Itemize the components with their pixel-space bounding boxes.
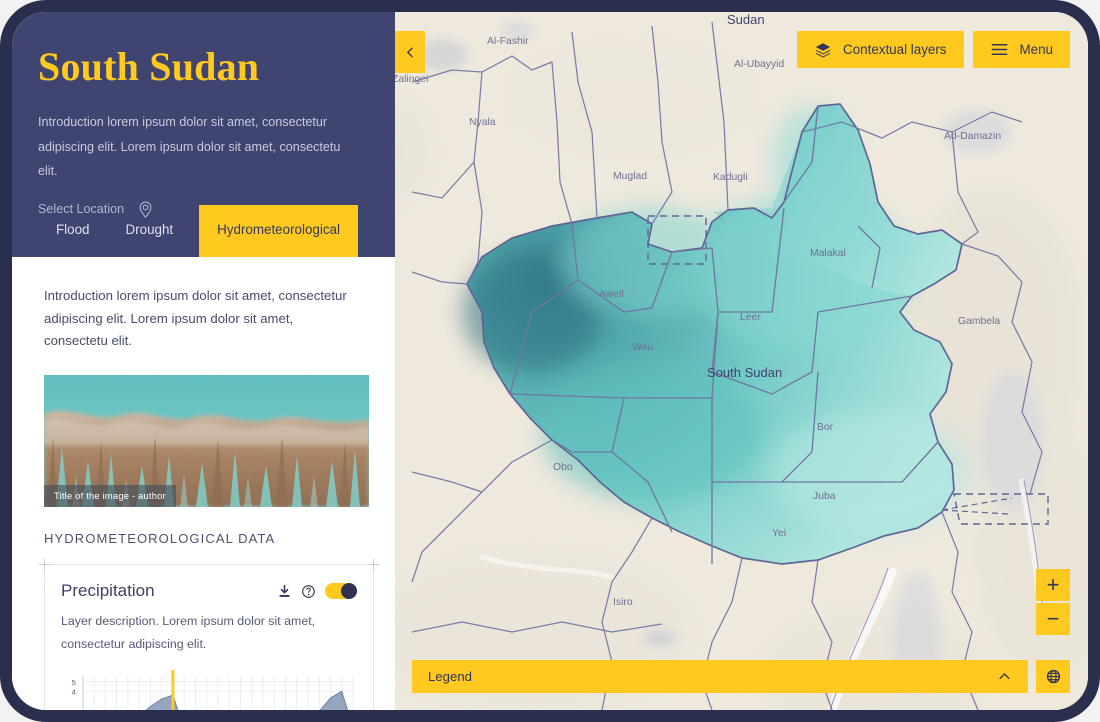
tab-flood-label: Flood — [56, 222, 90, 237]
chevron-left-icon — [406, 47, 413, 57]
collapse-sidebar-button[interactable] — [395, 31, 425, 73]
menu-label: Menu — [1019, 42, 1054, 57]
contextual-layers-label: Contextual layers — [843, 42, 947, 57]
precipitation-chart-svg: 45 — [72, 669, 354, 710]
zoom-out-label: − — [1046, 606, 1060, 631]
tab-flood[interactable]: Flood — [38, 208, 108, 257]
tab-hydrometeorological[interactable]: Hydrometeorological — [199, 205, 358, 257]
sidebar-panel: South Sudan Introduction lorem ipsum dol… — [12, 12, 395, 710]
globe-icon — [1046, 669, 1060, 684]
tab-intro-text: Introduction lorem ipsum dolor sit amet,… — [44, 288, 347, 349]
hamburger-menu-icon — [991, 43, 1007, 56]
download-icon[interactable] — [277, 584, 292, 599]
figure-card: Title of the image - author — [44, 375, 369, 508]
globe-view-button[interactable] — [1036, 660, 1070, 693]
legend-label: Legend — [428, 669, 473, 684]
layer-card-precipitation: Precipitation Layer description. Lorem i… — [39, 559, 379, 710]
svg-text:4: 4 — [72, 688, 76, 697]
menu-button[interactable]: Menu — [972, 31, 1070, 68]
sidebar-header: South Sudan Introduction lorem ipsum dol… — [12, 12, 395, 257]
layer-title: Precipitation — [61, 581, 155, 601]
chevron-up-icon[interactable] — [997, 669, 1012, 684]
tab-hydrometeorological-label: Hydrometeorological — [217, 222, 340, 237]
zoom-in-label: + — [1046, 572, 1060, 597]
map-topbar: Contextual layers Menu — [797, 31, 1070, 68]
help-circle-icon[interactable] — [301, 584, 316, 599]
legend-bar[interactable]: Legend — [412, 660, 1028, 693]
corner-tick-icon — [39, 559, 50, 571]
layer-actions — [277, 583, 357, 600]
tab-drought-label: Drought — [125, 222, 174, 237]
toggle-knob — [341, 583, 357, 600]
zoom-out-button[interactable]: − — [1036, 603, 1070, 635]
svg-text:5: 5 — [72, 678, 76, 687]
device-frame: Al-Fashir Zalingei Sudan Al-Ubayyid Nyala Mug… — [0, 0, 1100, 722]
sidebar-intro-text: Introduction lorem ipsum dolor sit amet,… — [38, 115, 341, 179]
app-screen: Al-Fashir Zalingei Sudan Al-Ubayyid Nyala Mug… — [12, 12, 1088, 710]
zoom-in-button[interactable]: + — [1036, 569, 1070, 601]
precipitation-chart[interactable]: 45 — [61, 669, 357, 710]
map-zoom-controls: + − — [1036, 569, 1070, 635]
layers-icon — [815, 42, 831, 57]
data-section-heading: HYDROMETEOROLOGICAL DATA — [44, 531, 276, 547]
layer-description: Layer description. Lorem ipsum dolor sit… — [61, 614, 316, 652]
tab-drought[interactable]: Drought — [108, 208, 192, 257]
layer-card-header: Precipitation — [61, 581, 357, 601]
page-title: South Sudan — [38, 44, 260, 89]
sidebar-body: Introduction lorem ipsum dolor sit amet,… — [12, 257, 395, 710]
figure-caption: Title of the image - author — [44, 485, 176, 508]
layer-visibility-toggle[interactable] — [325, 583, 357, 600]
corner-tick-icon — [368, 559, 379, 571]
contextual-layers-button[interactable]: Contextual layers — [797, 31, 964, 68]
hazard-tabs: Flood Drought Hydrometeorological — [12, 205, 395, 257]
